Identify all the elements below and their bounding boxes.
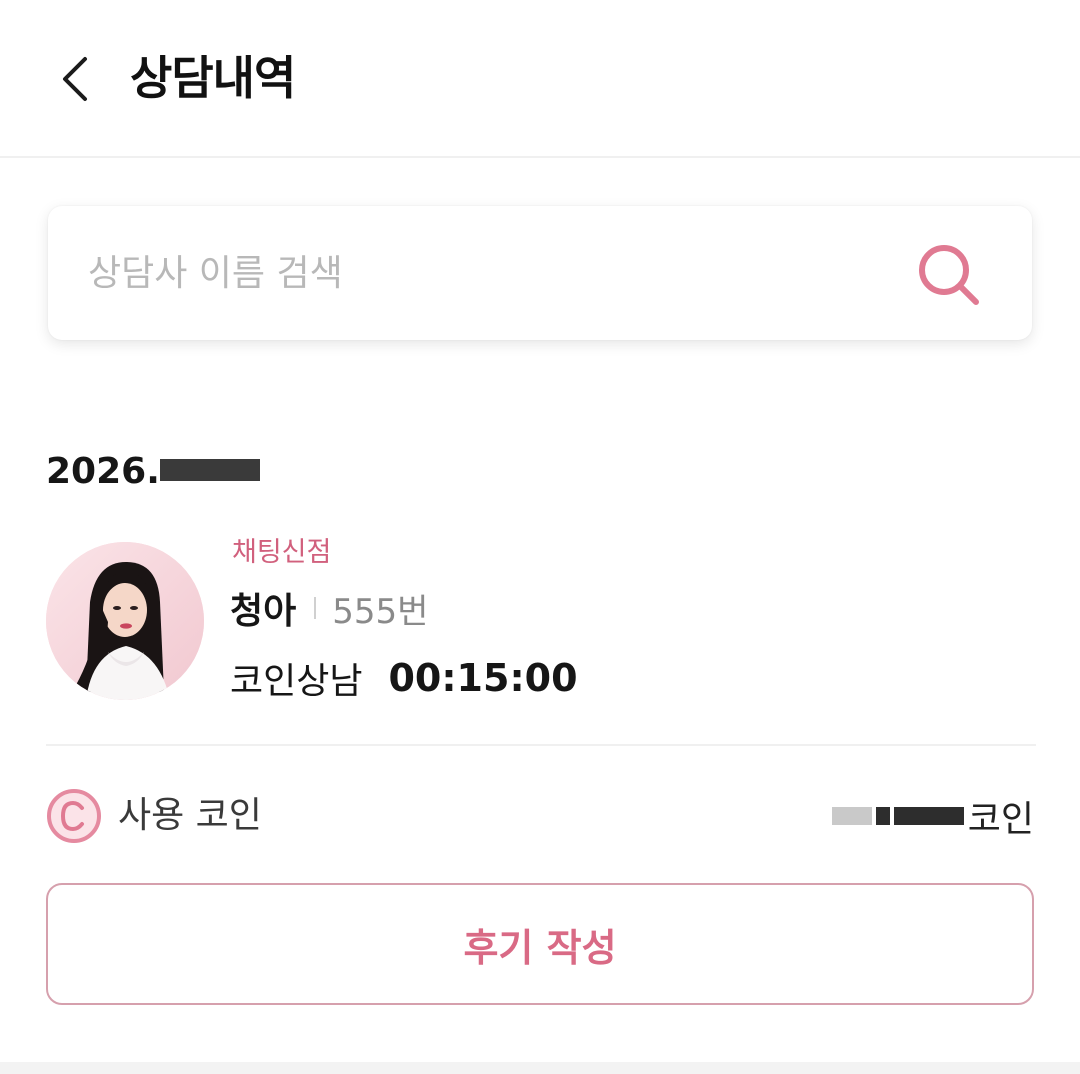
coin-redaction <box>893 807 964 825</box>
counselor-avatar-image <box>46 542 204 700</box>
history-date: 2026. <box>46 444 260 500</box>
consult-info-row: 코인상남 00:15:00 <box>230 650 578 706</box>
counselor-name: 청아 <box>230 591 297 632</box>
search-icon[interactable] <box>914 240 984 310</box>
consult-type: 코인상남 <box>230 661 363 702</box>
name-divider <box>314 597 317 619</box>
coin-redaction <box>831 807 872 825</box>
counselor-name-row: 청아 555번 <box>230 580 428 636</box>
date-text: 2026. <box>46 451 160 492</box>
branch-label: 채팅신점 <box>232 537 332 568</box>
avatar[interactable] <box>46 542 204 700</box>
app-header: 상담내역 <box>0 0 1080 158</box>
date-redaction <box>159 459 260 481</box>
write-review-label: 후기 작성 <box>463 925 617 970</box>
consultation-history-page: 상담내역 2026. <box>0 0 1080 1074</box>
back-button[interactable] <box>40 44 110 114</box>
coin-icon <box>47 789 101 843</box>
coins-used-label: 사용 코인 <box>118 795 262 836</box>
section-divider <box>46 744 1036 746</box>
coin-unit: 코인 <box>967 799 1034 840</box>
search-bar <box>48 206 1032 340</box>
counselor-number: 555번 <box>332 591 429 632</box>
coin-redaction <box>875 807 890 825</box>
coins-used-value: 코인 <box>831 788 1034 844</box>
write-review-button[interactable]: 후기 작성 <box>46 883 1034 1005</box>
consult-duration: 00:15:00 <box>388 656 578 700</box>
page-title: 상담내역 <box>130 51 296 105</box>
footer-separator <box>0 1062 1080 1074</box>
search-input[interactable] <box>88 236 908 310</box>
chevron-left-icon <box>63 57 87 101</box>
